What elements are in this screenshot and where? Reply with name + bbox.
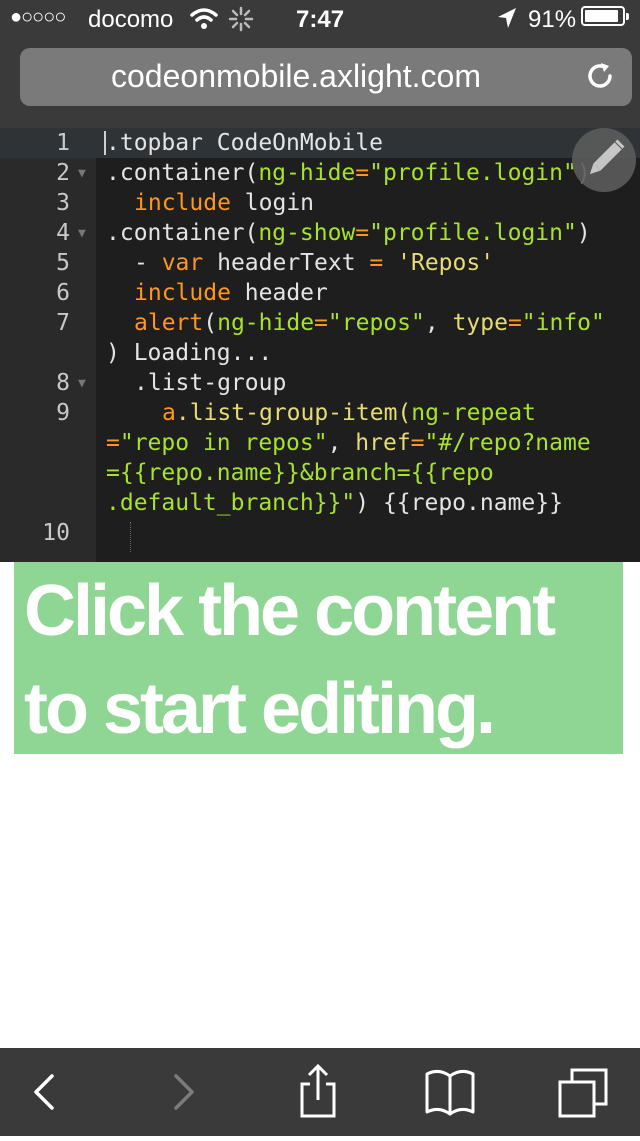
pencil-icon — [572, 139, 636, 196]
code-line-6[interactable]: include header — [134, 280, 328, 306]
line-number: 2 — [56, 160, 70, 186]
share-button[interactable] — [268, 1048, 368, 1136]
tabs-button[interactable] — [532, 1048, 632, 1136]
address-bar-area: codeonmobile.axlight.com — [0, 40, 640, 128]
battery-level — [585, 10, 618, 22]
line-number: 3 — [56, 190, 70, 216]
forward-icon — [174, 1074, 194, 1110]
back-button[interactable] — [0, 1048, 100, 1136]
signal-strength: ●○○○○ — [10, 6, 66, 28]
fold-arrow-icon[interactable]: ▼ — [78, 226, 86, 241]
code-line-9-wrap-1[interactable]: ="repo in repos", href="#/repo?name — [106, 430, 591, 456]
bookmarks-icon — [425, 1069, 475, 1116]
code-line-7-wrap[interactable]: ) Loading... — [106, 340, 272, 366]
url-text[interactable]: codeonmobile.axlight.com — [20, 58, 572, 95]
edit-hint-banner[interactable]: Click the content to start editing. — [14, 562, 623, 754]
line-number: 5 — [56, 250, 70, 276]
activity-spinner-icon — [228, 6, 254, 39]
edit-hint-text: Click the content to start editing. — [24, 571, 556, 749]
indent-guide — [130, 522, 131, 552]
line-number: 4 — [56, 220, 70, 246]
code-editor[interactable]: 1 2 ▼ 3 4 ▼ 5 6 7 8 ▼ 9 10 .topbar CodeOnMobile .con… — [0, 128, 640, 562]
browser-toolbar — [0, 1048, 640, 1136]
line-number: 9 — [56, 400, 70, 426]
code-line-7[interactable]: alert(ng-hide="repos", type="info" — [134, 310, 605, 336]
edit-button[interactable] — [572, 128, 636, 192]
code-line-8[interactable]: .list-group — [134, 370, 286, 396]
forward-button[interactable] — [132, 1048, 232, 1136]
line-number: 6 — [56, 280, 70, 306]
code-line-9[interactable]: a.list-group-item(ng-repeat — [162, 400, 536, 426]
code-line-4[interactable]: .container(ng-show="profile.login") — [106, 220, 591, 246]
share-icon — [300, 1063, 336, 1118]
code-line-9-wrap-3[interactable]: .default_branch}}") {{repo.name}} — [106, 490, 563, 516]
back-icon — [34, 1074, 54, 1110]
fold-arrow-icon[interactable]: ▼ — [78, 166, 86, 181]
wifi-icon — [190, 6, 218, 39]
tabs-icon — [558, 1068, 608, 1118]
clock: 7:47 — [296, 6, 345, 33]
code-line-5[interactable]: - var headerText = 'Repos' — [134, 250, 494, 276]
bookmarks-button[interactable] — [400, 1048, 500, 1136]
battery-icon — [581, 6, 629, 26]
line-number: 8 — [56, 370, 70, 396]
code-line-2[interactable]: .container(ng-hide="profile.login") — [106, 160, 591, 186]
code-line-9-wrap-2[interactable]: ={{repo.name}}&branch={{repo — [106, 460, 494, 486]
location-arrow-icon — [496, 6, 518, 37]
fold-arrow-icon[interactable]: ▼ — [78, 376, 86, 391]
status-bar: ●○○○○ docomo 7:47 91% — [0, 0, 640, 40]
address-bar[interactable]: codeonmobile.axlight.com — [20, 48, 632, 106]
reload-icon[interactable] — [584, 60, 616, 97]
carrier-name: docomo — [88, 6, 174, 33]
battery-percentage: 91% — [528, 6, 577, 33]
line-number: 7 — [56, 310, 70, 336]
code-line-3[interactable]: include login — [134, 190, 314, 216]
code-line-1[interactable]: .topbar CodeOnMobile — [106, 130, 383, 156]
line-number: 10 — [42, 520, 70, 546]
line-number: 1 — [56, 130, 70, 156]
